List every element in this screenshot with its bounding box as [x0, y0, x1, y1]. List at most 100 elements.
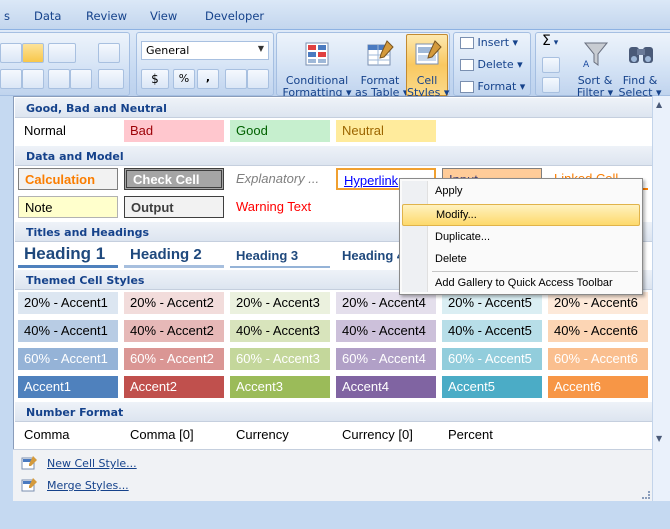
- menu-label-delete: Delete: [435, 253, 467, 265]
- tab-overflow[interactable]: s: [4, 9, 10, 23]
- style-accent3[interactable]: Accent3: [230, 376, 330, 398]
- orientation-icon[interactable]: [48, 43, 76, 63]
- format-button[interactable]: Format ▾: [460, 81, 525, 93]
- number-format-dropdown[interactable]: General ▼: [141, 41, 269, 60]
- style-40-accent6[interactable]: 40% - Accent6: [548, 320, 648, 342]
- conditional-formatting-button[interactable]: Conditional Formatting ▾: [280, 37, 354, 99]
- style-60-accent3[interactable]: 60% - Accent3: [230, 348, 330, 370]
- style-60-accent4[interactable]: 60% - Accent4: [336, 348, 436, 370]
- merge-center-icon[interactable]: [98, 69, 124, 89]
- style-60-accent2[interactable]: 60% - Accent2: [124, 348, 224, 370]
- scroll-down-icon[interactable]: ▼: [656, 434, 662, 443]
- style-accent2[interactable]: Accent2: [124, 376, 224, 398]
- percent-button[interactable]: %: [173, 69, 195, 89]
- style-heading-2[interactable]: Heading 2: [124, 244, 224, 268]
- style-output[interactable]: Output: [124, 196, 224, 218]
- style-20-accent2[interactable]: 20% - Accent2: [124, 292, 224, 314]
- style-accent4[interactable]: Accent4: [336, 376, 436, 398]
- tab-view[interactable]: View: [150, 9, 177, 23]
- delete-cells-icon: [460, 59, 474, 71]
- editing-group: Σ ▾ A Sort & Filter ▾ Find & Select ▾: [535, 32, 670, 99]
- tab-data[interactable]: Data: [34, 9, 61, 23]
- style-good[interactable]: Good: [230, 120, 330, 142]
- style-60-accent1[interactable]: 60% - Accent1: [18, 348, 118, 370]
- menu-label-modify: Modify...: [436, 209, 477, 221]
- style-20-accent5[interactable]: 20% - Accent5: [442, 292, 542, 314]
- comma-button[interactable]: ,: [197, 69, 219, 89]
- style-20-accent3[interactable]: 20% - Accent3: [230, 292, 330, 314]
- increase-decimal-icon[interactable]: [225, 69, 247, 89]
- ribbon: General ▼ $ % , ConditionalFormatting ▾: [0, 30, 670, 99]
- gallery-scrollbar[interactable]: ▲ ▼: [652, 96, 670, 501]
- style-heading-1[interactable]: Heading 1: [18, 243, 118, 268]
- style-warning-text[interactable]: Warning Text: [230, 196, 330, 218]
- style-20-accent1[interactable]: 20% - Accent1: [18, 292, 118, 314]
- menu-item-modify[interactable]: Modify...: [402, 204, 640, 226]
- style-40-accent4[interactable]: 40% - Accent4: [336, 320, 436, 342]
- currency-button[interactable]: $: [141, 69, 169, 89]
- scroll-up-icon[interactable]: ▲: [656, 100, 662, 109]
- section-header-data-model: Data and Model: [15, 146, 654, 166]
- style-currency[interactable]: Currency: [230, 424, 330, 446]
- resize-grip-icon[interactable]: [642, 491, 650, 499]
- style-neutral[interactable]: Neutral: [336, 120, 436, 142]
- decrease-decimal-icon[interactable]: [247, 69, 269, 89]
- style-20-accent4[interactable]: 20% - Accent4: [336, 292, 436, 314]
- menu-item-apply[interactable]: Apply: [402, 181, 640, 203]
- style-note[interactable]: Note: [18, 196, 118, 218]
- style-heading-3[interactable]: Heading 3: [230, 245, 330, 268]
- style-currency-0[interactable]: Currency [0]: [336, 424, 436, 446]
- insert-label: Insert: [477, 36, 510, 49]
- style-accent6[interactable]: Accent6: [548, 376, 648, 398]
- menu-label-duplicate: Duplicate...: [435, 231, 491, 243]
- new-cell-style-link[interactable]: New Cell Style...: [47, 457, 137, 470]
- style-percent[interactable]: Percent: [442, 424, 542, 446]
- insert-button[interactable]: Insert ▾: [460, 37, 518, 49]
- tab-developer[interactable]: Developer: [205, 9, 264, 23]
- style-normal[interactable]: Normal: [18, 120, 118, 142]
- style-60-accent6[interactable]: 60% - Accent6: [548, 348, 648, 370]
- menu-item-add-to-qat[interactable]: Add Gallery to Quick Access Toolbar: [402, 273, 640, 295]
- delete-button[interactable]: Delete ▾: [460, 59, 523, 71]
- style-40-accent2[interactable]: 40% - Accent2: [124, 320, 224, 342]
- tab-review[interactable]: Review: [86, 9, 127, 23]
- sort-filter-button[interactable]: A Sort & Filter ▾: [572, 37, 618, 99]
- number-format-value: General: [146, 44, 190, 57]
- style-check-cell[interactable]: Check Cell: [124, 168, 224, 190]
- style-40-accent3[interactable]: 40% - Accent3: [230, 320, 330, 342]
- decrease-indent-icon[interactable]: [48, 69, 70, 89]
- wrap-text-icon[interactable]: [98, 43, 120, 63]
- menu-item-delete[interactable]: Delete: [402, 249, 640, 271]
- style-comma-0[interactable]: Comma [0]: [124, 424, 224, 446]
- binoculars-icon: [629, 47, 653, 63]
- style-explanatory[interactable]: Explanatory ...: [230, 168, 330, 190]
- style-60-accent5[interactable]: 60% - Accent5: [442, 348, 542, 370]
- increase-indent-icon[interactable]: [70, 69, 92, 89]
- ribbon-tab-bar: s Data Review View Developer: [0, 0, 670, 30]
- autosum-button[interactable]: Σ ▾: [542, 34, 558, 49]
- context-menu: Apply Modify... Duplicate... Delete Add …: [399, 178, 643, 295]
- style-accent1[interactable]: Accent1: [18, 376, 118, 398]
- align-right-icon[interactable]: [22, 69, 44, 89]
- style-accent5[interactable]: Accent5: [442, 376, 542, 398]
- menu-label-apply: Apply: [435, 185, 463, 197]
- merge-styles-link[interactable]: Merge Styles...: [47, 479, 129, 492]
- align-left-icon[interactable]: [0, 43, 22, 63]
- style-20-accent6[interactable]: 20% - Accent6: [548, 292, 648, 314]
- format-as-table-icon: [367, 40, 394, 66]
- style-bad[interactable]: Bad: [124, 120, 224, 142]
- style-comma[interactable]: Comma: [18, 424, 118, 446]
- format-as-table-button[interactable]: Format as Table ▾: [355, 37, 408, 99]
- cell-styles-button[interactable]: Cell Styles ▾: [406, 34, 449, 99]
- clear-icon[interactable]: [542, 77, 560, 93]
- style-40-accent5[interactable]: 40% - Accent5: [442, 320, 542, 342]
- align-center-icon[interactable]: [0, 69, 22, 89]
- menu-item-duplicate[interactable]: Duplicate...: [402, 227, 640, 249]
- align-middle-icon[interactable]: [22, 43, 44, 63]
- find-select-button[interactable]: Find & Select ▾: [618, 37, 662, 99]
- style-40-accent1[interactable]: 40% - Accent1: [18, 320, 118, 342]
- style-calculation[interactable]: Calculation: [18, 168, 118, 190]
- fill-icon[interactable]: [542, 57, 560, 73]
- cells-group: Insert ▾ Delete ▾ Format ▾: [453, 32, 531, 96]
- merge-styles-icon: [21, 478, 37, 492]
